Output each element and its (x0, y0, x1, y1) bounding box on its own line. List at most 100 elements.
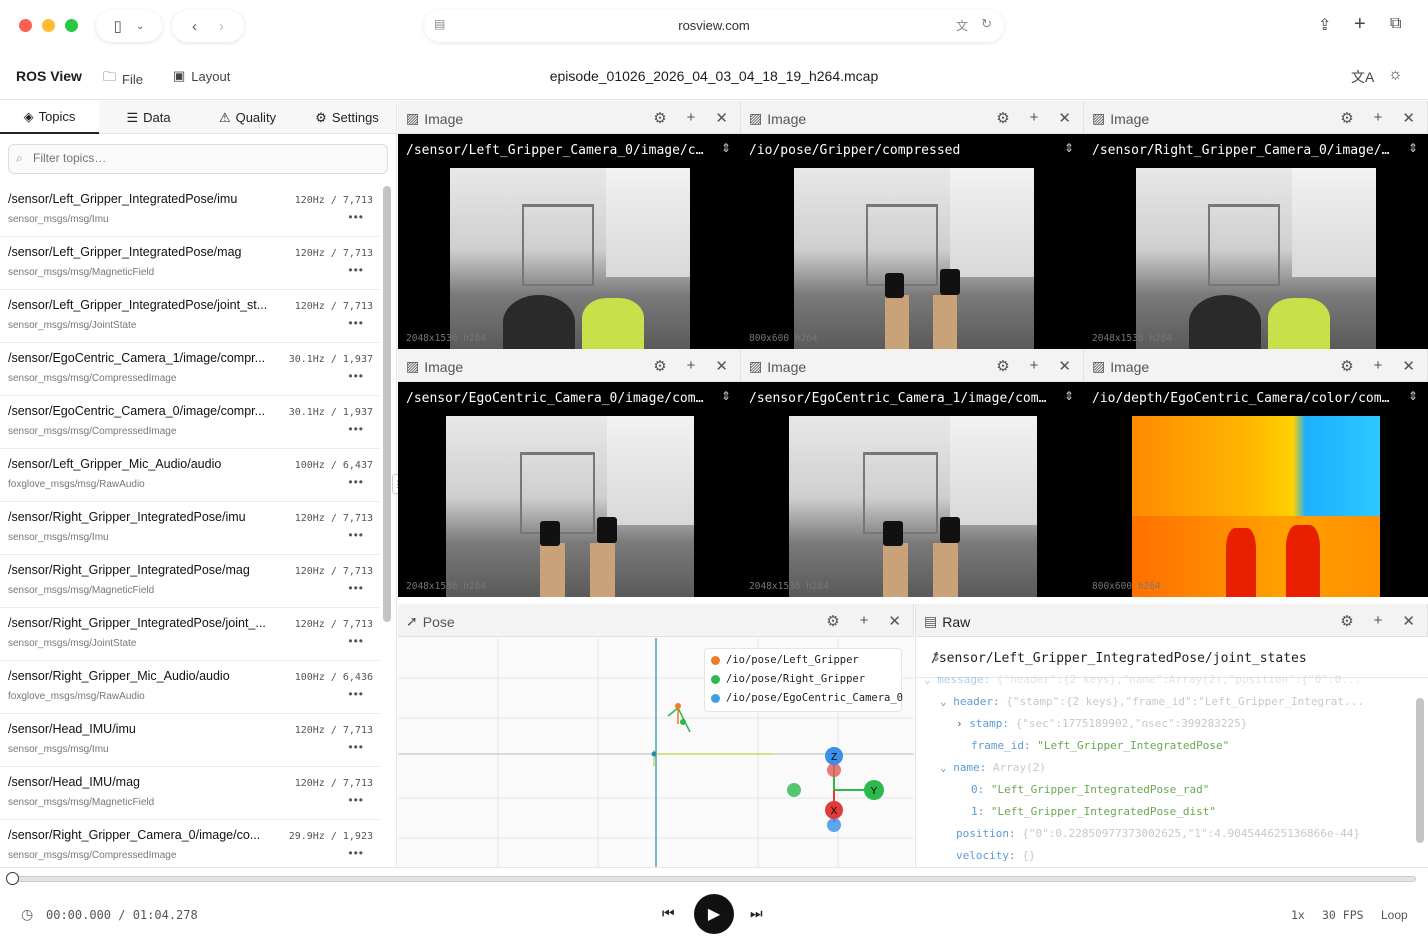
add-panel-icon[interactable]: + (687, 357, 696, 375)
raw-line-velocity[interactable]: velocity: {} (956, 849, 1035, 862)
skip-forward-button[interactable]: ⏭ (750, 905, 763, 922)
raw-line-position[interactable]: position: {"0":0.22850977373002625,"1":4… (956, 827, 1360, 840)
close-panel-icon[interactable]: ✕ (888, 612, 901, 630)
panel-settings-icon[interactable]: ⚙ (826, 612, 839, 630)
sidebar-toggle-button[interactable]: ▯ ⌄ (96, 10, 162, 42)
new-tab-icon[interactable]: + (1354, 13, 1366, 36)
close-panel-icon[interactable]: ✕ (1058, 357, 1071, 375)
raw-topic-select[interactable]: /sensor/Left_Gripper_IntegratedPose/join… (916, 638, 1428, 678)
skip-back-button[interactable]: ⏮ (662, 905, 675, 922)
topic-row[interactable]: /sensor/Right_Gripper_IntegratedPose/mag… (0, 555, 380, 608)
legend-item[interactable]: /io/pose/EgoCentric_Camera_0 (711, 692, 903, 704)
more-icon[interactable]: ••• (348, 687, 364, 701)
panel-settings-icon[interactable]: ⚙ (653, 357, 666, 375)
topic-row[interactable]: /sensor/Left_Gripper_IntegratedPose/imu s… (0, 184, 380, 237)
panel-settings-icon[interactable]: ⚙ (996, 109, 1009, 127)
topic-row[interactable]: /sensor/Head_IMU/mag sensor_msgs/msg/Magn… (0, 767, 380, 820)
close-window-button[interactable] (19, 19, 32, 32)
more-icon[interactable]: ••• (348, 581, 364, 595)
nav-buttons: ‹ › (172, 10, 244, 42)
more-icon[interactable]: ••• (348, 316, 364, 330)
reload-icon[interactable]: ↻ (981, 16, 992, 32)
back-icon[interactable]: ‹ (192, 18, 197, 35)
topic-row[interactable]: /sensor/Right_Gripper_IntegratedPose/joi… (0, 608, 380, 661)
topic-row[interactable]: /sensor/Right_Gripper_Mic_Audio/audio fox… (0, 661, 380, 714)
add-panel-icon[interactable]: + (860, 612, 869, 630)
sidebar-scrollbar[interactable] (383, 186, 391, 622)
close-panel-icon[interactable]: ✕ (715, 357, 728, 375)
tab-quality[interactable]: ⚠ Quality (198, 101, 297, 134)
legend-item[interactable]: /io/pose/Left_Gripper (711, 654, 859, 666)
timeline-track[interactable] (12, 876, 1416, 882)
raw-line-name[interactable]: ⌄ name: Array(2) (940, 761, 1046, 774)
add-panel-icon[interactable]: + (1030, 109, 1039, 127)
raw-line-header[interactable]: ⌄ header: {"stamp":{2 keys},"frame_id":"… (940, 695, 1364, 708)
topic-row[interactable]: /sensor/Right_Gripper_Camera_0/image/co.… (0, 820, 380, 867)
panel-settings-icon[interactable]: ⚙ (653, 109, 666, 127)
topic-row[interactable]: /sensor/Left_Gripper_Mic_Audio/audio foxg… (0, 449, 380, 502)
translate-icon[interactable]: 文 (956, 17, 968, 34)
close-panel-icon[interactable]: ✕ (1058, 109, 1071, 127)
loop-button[interactable]: Loop (1381, 908, 1408, 922)
more-icon[interactable]: ••• (348, 369, 364, 383)
topic-row[interactable]: /sensor/Right_Gripper_IntegratedPose/imu… (0, 502, 380, 555)
timeline-scrubber[interactable] (6, 872, 19, 885)
panel-settings-icon[interactable]: ⚙ (1340, 612, 1353, 630)
tab-data[interactable]: ☰ Data (99, 101, 198, 134)
topic-rate: 120Hz / 7,713 (294, 566, 373, 577)
add-panel-icon[interactable]: + (1374, 612, 1383, 630)
more-icon[interactable]: ••• (348, 475, 364, 489)
close-panel-icon[interactable]: ✕ (1402, 612, 1415, 630)
more-icon[interactable]: ••• (348, 528, 364, 542)
add-panel-icon[interactable]: + (687, 109, 696, 127)
close-panel-icon[interactable]: ✕ (1402, 357, 1415, 375)
more-icon[interactable]: ••• (348, 210, 364, 224)
minimize-window-button[interactable] (42, 19, 55, 32)
more-icon[interactable]: ••• (348, 846, 364, 860)
tab-topics[interactable]: ◈ Topics (0, 101, 99, 134)
maximize-window-button[interactable] (65, 19, 78, 32)
tabs-overview-icon[interactable]: ⧉ (1390, 15, 1401, 33)
more-icon[interactable]: ••• (348, 263, 364, 277)
topic-type: sensor_msgs/msg/CompressedImage (8, 373, 177, 384)
image-topic-select[interactable]: /sensor/EgoCentric_Camera_1/image/compr.… (741, 383, 1084, 415)
address-bar[interactable]: ▤ rosview.com 文 ↻ (424, 10, 1004, 42)
tab-settings[interactable]: ⚙ Settings (297, 101, 396, 134)
legend-item[interactable]: /io/pose/Right_Gripper (711, 673, 865, 685)
more-icon[interactable]: ••• (348, 793, 364, 807)
close-panel-icon[interactable]: ✕ (715, 109, 728, 127)
filter-topics-input[interactable] (33, 151, 373, 165)
panel-settings-icon[interactable]: ⚙ (1340, 357, 1353, 375)
play-button[interactable]: ▶ (694, 894, 734, 934)
image-topic-select[interactable]: /io/pose/Gripper/compressed ⇕ (741, 135, 1084, 167)
panel-settings-icon[interactable]: ⚙ (996, 357, 1009, 375)
theme-toggle-icon[interactable]: ☼ (1388, 66, 1403, 84)
raw-line-stamp[interactable]: › stamp: {"sec":1775189902,"nsec":399283… (956, 717, 1247, 730)
add-panel-icon[interactable]: + (1374, 109, 1383, 127)
panel-settings-icon[interactable]: ⚙ (1340, 109, 1353, 127)
more-icon[interactable]: ••• (348, 740, 364, 754)
topic-row[interactable]: /sensor/Head_IMU/imu sensor_msgs/msg/Imu 1… (0, 714, 380, 767)
raw-scrollbar[interactable] (1416, 698, 1424, 843)
speed-button[interactable]: 1x (1291, 908, 1305, 922)
image-topic-select[interactable]: /sensor/Right_Gripper_Camera_0/image/co.… (1084, 135, 1428, 167)
topic-row[interactable]: /sensor/Left_Gripper_IntegratedPose/mag s… (0, 237, 380, 290)
share-icon[interactable]: ⇪ (1318, 15, 1331, 35)
raw-line-message[interactable]: ⌄ message: {"header":{2 keys},"name":Arr… (924, 673, 1361, 686)
image-topic-select[interactable]: /io/depth/EgoCentric_Camera/color/compr.… (1084, 383, 1428, 415)
add-panel-icon[interactable]: + (1030, 357, 1039, 375)
image-topic-select[interactable]: /sensor/EgoCentric_Camera_0/image/compr.… (398, 383, 741, 415)
image-topic-select[interactable]: /sensor/Left_Gripper_Camera_0/image/com.… (398, 135, 741, 167)
topic-row[interactable]: /sensor/Left_Gripper_IntegratedPose/join… (0, 290, 380, 343)
forward-icon[interactable]: › (219, 18, 224, 35)
add-panel-icon[interactable]: + (1374, 357, 1383, 375)
topic-rate: 120Hz / 7,713 (294, 778, 373, 789)
more-icon[interactable]: ••• (348, 634, 364, 648)
image-resolution: 2048x1536 h264 (406, 333, 487, 344)
topic-row[interactable]: /sensor/EgoCentric_Camera_0/image/compr.… (0, 396, 380, 449)
close-panel-icon[interactable]: ✕ (1402, 109, 1415, 127)
topic-row[interactable]: /sensor/EgoCentric_Camera_1/image/compr.… (0, 343, 380, 396)
more-icon[interactable]: ••• (348, 422, 364, 436)
language-icon[interactable]: 文A (1351, 67, 1374, 87)
fps-button[interactable]: 30 FPS (1322, 908, 1364, 922)
